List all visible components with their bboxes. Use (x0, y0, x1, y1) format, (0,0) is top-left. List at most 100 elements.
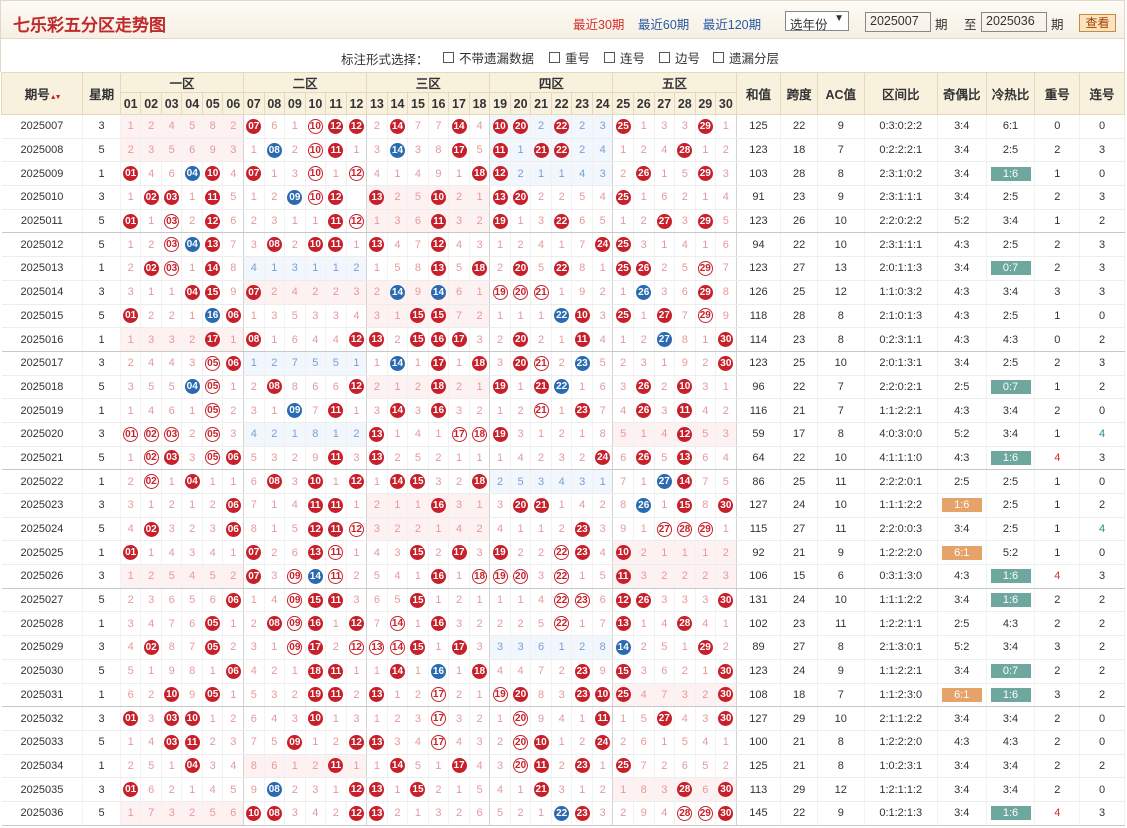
number-cell: 4 (530, 588, 552, 613)
repeat-cell: 4 (1034, 564, 1081, 589)
drawn-ball: 30 (718, 592, 734, 608)
drawn-ball: 26 (636, 592, 652, 608)
omission-value: 1 (640, 617, 647, 630)
header-period[interactable]: 期号▲▼ (0, 72, 84, 115)
omission-value: 2 (189, 428, 196, 441)
omission-value: 2 (394, 451, 401, 464)
number-cell: 29 (695, 517, 717, 542)
omission-value: 7 (681, 309, 688, 322)
number-cell: 2 (181, 327, 203, 352)
number-cell: 30 (715, 351, 737, 376)
omission-value: 2 (435, 546, 442, 559)
drawn-ball: 17 (451, 758, 467, 774)
number-cell: 3 (346, 588, 368, 613)
drawn-ball: 18 (472, 355, 488, 371)
omission-value: 3 (312, 309, 319, 322)
drawn-ball: 19 (492, 687, 508, 703)
sum-cell: 92 (736, 540, 782, 566)
number-cell: 6 (120, 683, 142, 708)
number-cell: 20 (510, 256, 532, 281)
table-row: 2025028 1 3 4 7 6 05 1 2 08 09 16 1 12 7 14 1 16 3 2 2 2 5 22 1 7… (1, 611, 1125, 637)
number-cell: 23 (571, 801, 593, 826)
drawn-ball: 11 (328, 568, 344, 584)
omission-value: 2 (394, 333, 401, 346)
from-period-input[interactable]: 2025007 (865, 12, 931, 32)
omission-value: 5 (661, 451, 668, 464)
omission-value: 1 (661, 167, 668, 180)
omission-value: 1 (558, 736, 565, 749)
omission-value: 2 (127, 357, 134, 370)
number-cell: 1 (654, 161, 676, 187)
table-row: 2025025 1 01 1 4 3 4 1 07 2 6 13 11 1 4 3 15 2 17 3 19 2 2 22 23… (1, 540, 1125, 566)
hot-cold-cell: 2:5 (986, 232, 1036, 258)
option-repeat[interactable]: 重号 (549, 48, 590, 67)
link-recent-60[interactable]: 最近60期 (638, 18, 689, 32)
drawn-ball: 12 (348, 474, 364, 490)
year-select[interactable]: 选年份 ▼ (785, 11, 849, 32)
number-cell: 20 (510, 683, 532, 708)
drawn-ball: 29 (697, 284, 713, 300)
omission-value: 1 (517, 523, 524, 536)
drawn-ball: 10 (430, 189, 446, 205)
omission-value: 2 (476, 404, 483, 417)
drawn-ball: 20 (513, 497, 529, 513)
number-cell: 2 (633, 209, 655, 234)
number-cell: 2 (264, 185, 286, 210)
to-period-input[interactable]: 2025036 (981, 12, 1047, 32)
option-consecutive[interactable]: 连号 (604, 48, 645, 67)
week-cell: 5 (82, 209, 121, 234)
omission-value: 5 (702, 428, 709, 441)
number-cell: 2 (469, 706, 491, 731)
link-recent-30[interactable]: 最近30期 (573, 18, 624, 32)
view-button[interactable]: 查看 (1079, 14, 1116, 32)
number-cell: 8 (612, 493, 634, 518)
number-cell: 14 (448, 114, 470, 139)
zone-ratio-cell: 2:1:3:0:1 (864, 635, 938, 660)
link-recent-120[interactable]: 最近120期 (703, 18, 761, 32)
number-cell: 11 (305, 493, 327, 518)
option-omission-layer[interactable]: 遗漏分层 (713, 48, 779, 67)
table-row: 2025011 5 01 1 03 2 12 6 2 3 1 1 11 12 1 3 6 11 3 2 19 1 3 22 6 5… (1, 209, 1125, 234)
repeat-cell: 4 (1034, 801, 1081, 826)
omission-value: 3 (291, 807, 298, 820)
omission-value: 2 (332, 286, 339, 299)
drawn-ball: 27 (656, 308, 672, 324)
period-cell: 2025013 (1, 256, 84, 281)
number-cell: 4 (387, 564, 409, 589)
omission-value: 4 (599, 144, 606, 157)
drawn-ball: 20 (513, 734, 529, 750)
number-cell: 3 (695, 706, 717, 731)
omission-value: 2 (681, 191, 688, 204)
option-no-omission[interactable]: 不带遗漏数据 (443, 48, 534, 67)
omission-value: 1 (127, 238, 134, 251)
option-edge[interactable]: 边号 (659, 48, 700, 67)
number-cell: 3 (428, 469, 450, 494)
drawn-ball: 05 (205, 426, 221, 442)
omission-value: 1 (476, 451, 483, 464)
omission-value: 1 (250, 309, 257, 322)
number-cell: 02 (140, 446, 162, 471)
number-cell: 1 (120, 446, 142, 471)
number-cell: 1 (181, 777, 203, 802)
number-cell: 6 (674, 754, 696, 779)
sort-arrows-icon[interactable]: ▲▼ (50, 94, 62, 101)
number-cell: 1 (715, 730, 737, 755)
zone-ratio-cell: 4:1:1:1:0 (864, 446, 938, 471)
number-cell: 4 (366, 540, 388, 566)
drawn-ball: 16 (430, 332, 446, 348)
number-cell: 03 (161, 422, 183, 447)
consecutive-cell: 2 (1079, 635, 1125, 660)
drawn-ball: 13 (369, 639, 385, 655)
number-cell: 1 (654, 540, 676, 566)
omission-value: 6 (291, 546, 298, 559)
omission-value: 4 (373, 546, 380, 559)
header-ac: AC值 (816, 72, 865, 115)
omission-value: 4 (168, 120, 175, 133)
number-cell: 5 (695, 754, 717, 779)
omission-value: 2 (681, 665, 688, 678)
number-cell: 6 (654, 185, 676, 210)
drawn-ball: 18 (472, 663, 488, 679)
number-cell: 2 (489, 469, 511, 494)
number-cell: 4 (120, 635, 142, 660)
number-cell: 4 (305, 801, 327, 826)
